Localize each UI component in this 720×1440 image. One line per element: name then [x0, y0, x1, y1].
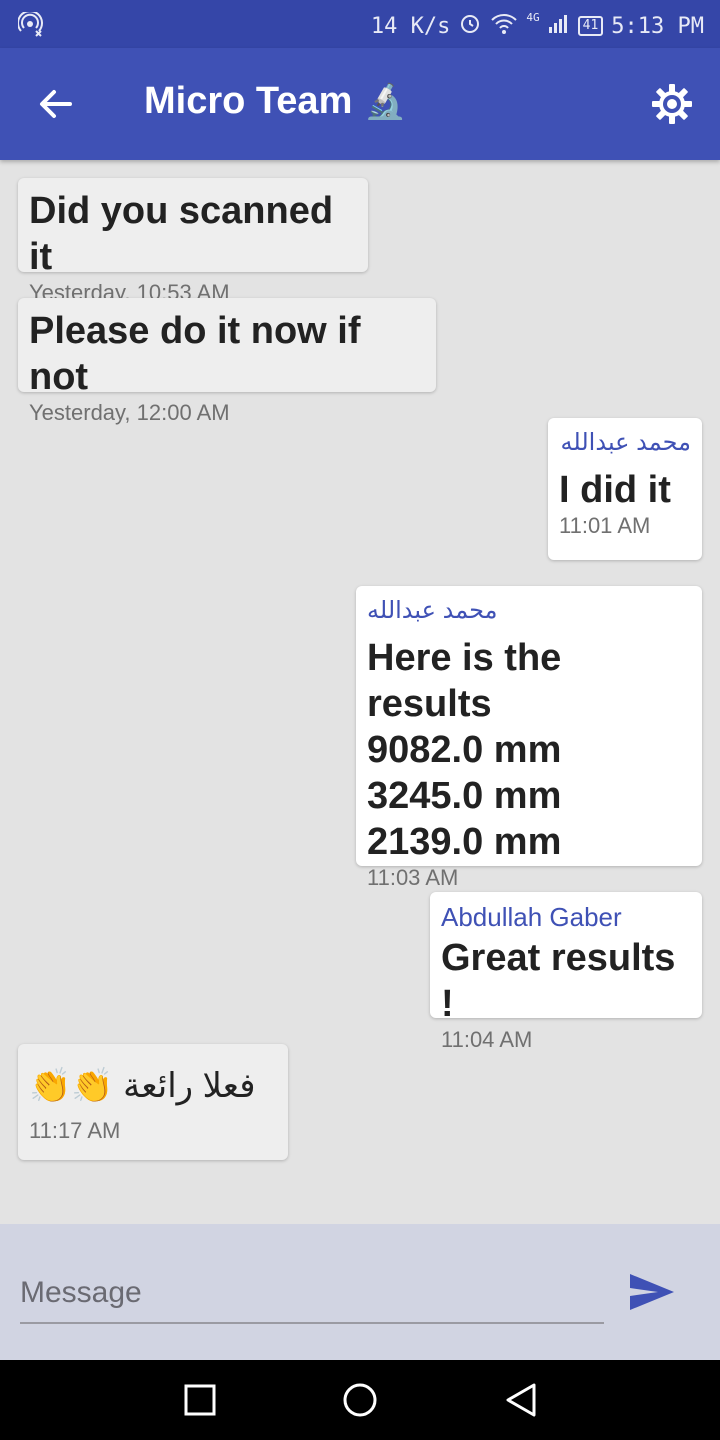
message-text: فعلا رائعة 👏👏: [29, 1067, 256, 1105]
microscope-emoji: 🔬: [364, 82, 407, 121]
send-button[interactable]: [628, 1272, 676, 1317]
message-bubble[interactable]: محمد عبدالله Here is the results 9082.0 …: [356, 586, 702, 890]
message-composer: [0, 1224, 720, 1360]
network-type: 4G: [526, 11, 540, 24]
message-text: Please do it now if not: [29, 310, 361, 398]
message-time: 11:01 AM: [559, 513, 651, 538]
system-nav-bar: [0, 1360, 720, 1440]
status-bar: 14 K/s 4G 41 5:13 PM: [0, 0, 720, 48]
message-text: Did you scanned it: [29, 190, 334, 278]
message-sender: محمد عبدالله: [560, 429, 691, 456]
message-bubble[interactable]: فعلا رائعة 👏👏 11:17 AM: [18, 1044, 288, 1160]
settings-button[interactable]: [650, 82, 694, 126]
send-icon: [630, 1274, 674, 1310]
message-sender: محمد عبدالله: [367, 597, 498, 624]
message-time: Yesterday, 12:00 AM: [29, 400, 230, 425]
recents-button[interactable]: [184, 1384, 216, 1421]
message-sender: Abdullah Gaber: [441, 902, 622, 932]
message-text: Great results !: [441, 937, 676, 1025]
home-button[interactable]: [342, 1382, 378, 1423]
clock: 5:13 PM: [611, 13, 704, 39]
alarm-icon: [458, 11, 482, 41]
back-nav-button[interactable]: [504, 1382, 538, 1423]
square-icon: [184, 1384, 216, 1416]
message-time: 11:17 AM: [29, 1118, 121, 1143]
battery-icon: 41: [577, 16, 604, 36]
triangle-back-icon: [506, 1383, 536, 1417]
gear-icon: [652, 84, 692, 124]
message-bubble[interactable]: Abdullah Gaber Great results ! 11:04 AM: [430, 892, 702, 1052]
message-text: Here is the results 9082.0 mm 3245.0 mm …: [367, 637, 562, 863]
message-time: 11:03 AM: [367, 865, 459, 890]
arrow-left-icon: [40, 90, 72, 118]
wifi-icon: [490, 11, 518, 41]
message-time: 11:04 AM: [441, 1027, 533, 1052]
circle-icon: [343, 1383, 377, 1417]
message-text: I did it: [559, 469, 671, 511]
message-bubble[interactable]: محمد عبدالله I did it 11:01 AM: [548, 418, 702, 560]
chat-title: Micro Team 🔬: [144, 80, 407, 123]
back-button[interactable]: [36, 84, 76, 124]
signal-icon: [548, 12, 570, 40]
network-speed: 14 K/s: [370, 13, 451, 39]
message-bubble[interactable]: Did you scanned it Yesterday, 10:53 AM: [18, 178, 368, 305]
message-bubble[interactable]: Please do it now if not Yesterday, 12:00…: [18, 298, 436, 425]
chat-title-text: Micro Team: [144, 80, 353, 122]
hotspot-icon: [17, 10, 44, 44]
app-bar: Micro Team 🔬: [0, 48, 720, 160]
message-input[interactable]: [20, 1264, 604, 1324]
